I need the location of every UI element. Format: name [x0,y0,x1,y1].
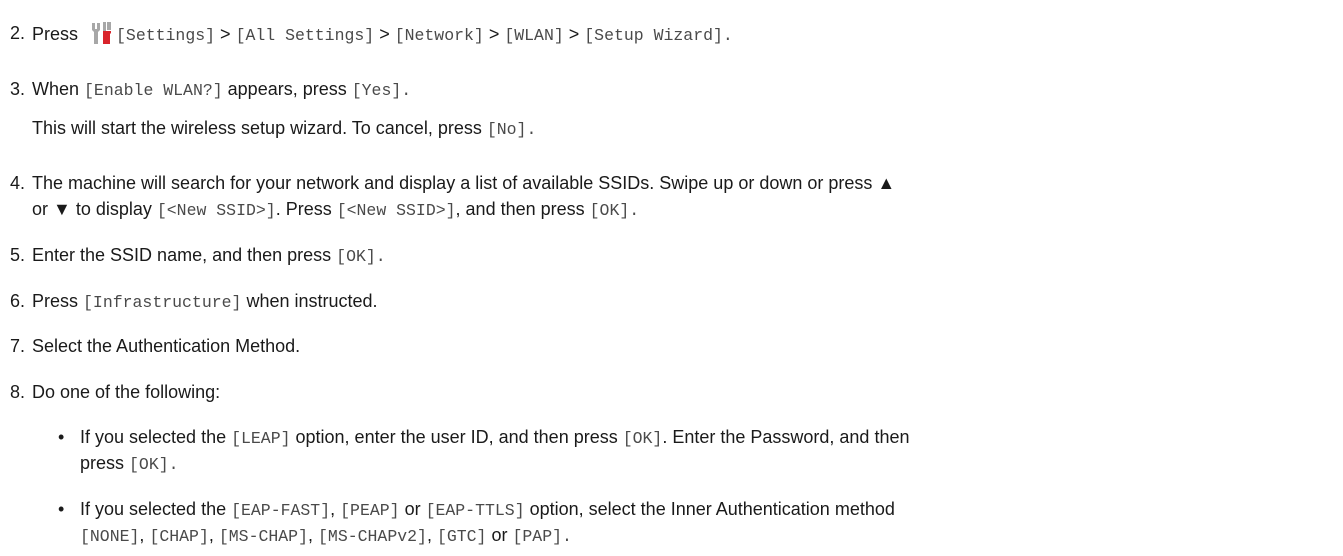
step-number: 7. [10,336,26,356]
step-number: 3. [10,79,26,99]
step-number: 8. [10,382,26,402]
bullet-text-continued: press [OK]. [80,453,179,474]
step-note-text: This will start the wireless setup wizar… [32,118,537,139]
step-text: Press [Settings] > [All Settings] > [Net… [32,20,733,53]
step-number: 5. [10,245,26,265]
step-text: When [Enable WLAN?] appears, press [Yes]… [32,79,412,100]
settings-icon [89,20,115,53]
step-text: Do one of the following: [32,382,221,402]
step-text: Select the Authentication Method. [32,336,301,356]
step-number: 6. [10,291,26,311]
bullet-dot: • [58,499,65,519]
bullet-text: If you selected the [EAP-FAST], [PEAP] o… [80,499,895,520]
step-number: 4. [10,173,26,193]
bullet-text: If you selected the [LEAP] option, enter… [80,427,910,448]
step-number: 2. [10,23,26,43]
step-text-continued: or ▼ to display [<New SSID>]. Press [<Ne… [32,199,640,220]
bullet-dot: • [58,427,65,447]
step-text: Enter the SSID name, and then press [OK]… [32,245,386,266]
bullet-text-continued: [NONE], [CHAP], [MS-CHAP], [MS-CHAPv2], … [80,525,572,546]
step-text: The machine will search for your network… [32,173,896,193]
step-text: Press [Infrastructure] when instructed. [32,291,378,312]
